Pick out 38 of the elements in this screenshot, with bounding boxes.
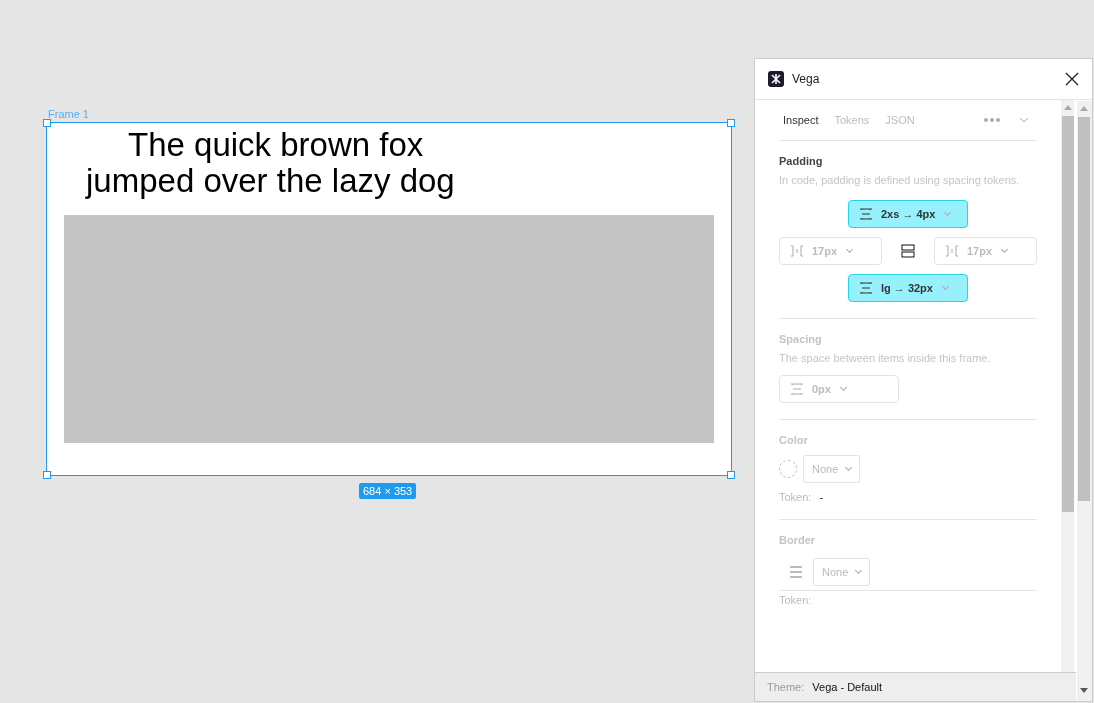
padding-right-dropdown[interactable]: 17px [934, 237, 1037, 265]
horizontal-padding-icon [945, 245, 959, 257]
resize-handle[interactable] [727, 119, 735, 127]
scrollbar[interactable] [1077, 101, 1092, 701]
vertical-padding-icon [859, 208, 873, 220]
vertical-padding-icon [790, 383, 804, 395]
padding-left-dropdown[interactable]: 17px [779, 237, 882, 265]
border-icon [789, 565, 803, 579]
section-title: Border [779, 534, 817, 546]
horizontal-padding-icon [790, 245, 804, 257]
heading-text: The quick brown fox [128, 127, 424, 163]
resize-handle[interactable] [43, 119, 51, 127]
more-icon[interactable] [983, 117, 1001, 123]
scrollbar[interactable] [1061, 100, 1074, 672]
section-title: Spacing [779, 333, 823, 345]
tab[interactable]: JSON [885, 114, 921, 126]
token-value: - [819, 491, 824, 503]
close-icon[interactable] [1065, 72, 1079, 86]
layout-icon [901, 244, 915, 258]
section-title: Padding [779, 155, 824, 167]
resize-handle[interactable] [727, 471, 735, 479]
chevron-icon[interactable] [1019, 117, 1029, 123]
padding-bottom-dropdown[interactable]: lg → 32px [848, 274, 968, 302]
heading-text: jumped over the lazy dog [86, 163, 455, 199]
tab[interactable]: Tokens [834, 114, 876, 126]
token-label: Token: [779, 491, 812, 503]
resize-handle[interactable] [43, 471, 51, 479]
padding-top-dropdown[interactable]: 2xs → 4px [848, 200, 968, 228]
theme-label: Theme: [767, 681, 805, 693]
section-title: Color [779, 434, 809, 446]
token-label: Token: [779, 594, 812, 606]
size-badge: 684 × 353 [359, 483, 417, 499]
logo-icon [768, 71, 784, 87]
theme-value: Vega - Default [812, 681, 882, 693]
tab[interactable]: Inspect [783, 114, 825, 126]
panel-title: Vega [792, 72, 821, 86]
frame-label: Frame 1 [48, 108, 89, 120]
vertical-padding-icon [859, 282, 873, 294]
